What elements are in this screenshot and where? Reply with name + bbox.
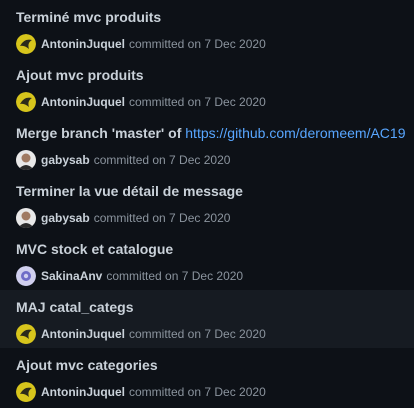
commit-title-text[interactable]: Terminer la vue détail de message: [16, 183, 243, 199]
yellow-logo-avatar[interactable]: [16, 324, 36, 344]
commit-date: committed on 7 Dec 2020: [93, 153, 231, 167]
commit-meta: AntoninJuquel committed on 7 Dec 2020: [16, 92, 266, 112]
commit-title-text[interactable]: MAJ catal_categs: [16, 299, 134, 315]
author-link[interactable]: AntoninJuquel: [41, 95, 125, 109]
commit-list: Terminé mvc produits AntoninJuquel commi…: [0, 0, 414, 408]
commit-row[interactable]: Ajout mvc categories AntoninJuquel commi…: [0, 348, 414, 408]
commit-meta: gabysab committed on 7 Dec 2020: [16, 150, 230, 170]
yellow-logo-avatar[interactable]: [16, 34, 36, 54]
commit-date: committed on 7 Dec 2020: [129, 327, 266, 341]
commit-date: committed on 7 Dec 2020: [129, 95, 266, 109]
person-avatar[interactable]: [16, 150, 36, 170]
author-link[interactable]: gabysab: [41, 153, 90, 167]
commit-title-text[interactable]: Terminé mvc produits: [16, 9, 161, 25]
author-link[interactable]: AntoninJuquel: [41, 327, 125, 341]
commit-row[interactable]: Terminer la vue détail de message gabysa…: [0, 174, 414, 233]
yellow-logo-avatar[interactable]: [16, 382, 36, 402]
commit-title[interactable]: Ajout mvc categories: [16, 357, 158, 373]
commit-row[interactable]: MAJ catal_categs AntoninJuquel committed…: [0, 290, 414, 349]
commit-row[interactable]: Terminé mvc produits AntoninJuquel commi…: [0, 0, 414, 59]
commit-meta: gabysab committed on 7 Dec 2020: [16, 208, 230, 228]
commit-meta: AntoninJuquel committed on 7 Dec 2020: [16, 324, 266, 344]
author-link[interactable]: gabysab: [41, 211, 90, 225]
commit-row[interactable]: MVC stock et catalogue SakinaAnv committ…: [0, 232, 414, 291]
commit-meta: AntoninJuquel committed on 7 Dec 2020: [16, 34, 266, 54]
yellow-logo-avatar[interactable]: [16, 92, 36, 112]
commit-title[interactable]: Ajout mvc produits: [16, 67, 144, 83]
commit-date: committed on 7 Dec 2020: [129, 37, 266, 51]
commit-title-text[interactable]: Ajout mvc produits: [16, 67, 144, 83]
commit-date: committed on 7 Dec 2020: [93, 211, 231, 225]
commit-meta: AntoninJuquel committed on 7 Dec 2020: [16, 382, 266, 402]
commit-row[interactable]: Ajout mvc produits AntoninJuquel committ…: [0, 58, 414, 117]
commit-title-text[interactable]: Ajout mvc categories: [16, 357, 158, 373]
author-link[interactable]: SakinaAnv: [41, 269, 102, 283]
author-link[interactable]: AntoninJuquel: [41, 385, 125, 399]
commit-date: committed on 7 Dec 2020: [129, 385, 266, 399]
commit-title-text[interactable]: Merge branch 'master' of: [16, 125, 181, 141]
commit-date: committed on 7 Dec 2020: [106, 269, 244, 283]
author-link[interactable]: AntoninJuquel: [41, 37, 125, 51]
commit-title[interactable]: Merge branch 'master' of https://github.…: [16, 125, 406, 141]
commit-title[interactable]: Terminé mvc produits: [16, 9, 161, 25]
commit-title-text[interactable]: MVC stock et catalogue: [16, 241, 173, 257]
commit-row[interactable]: Merge branch 'master' of https://github.…: [0, 116, 414, 175]
commit-title[interactable]: MAJ catal_categs: [16, 299, 134, 315]
commit-title-link[interactable]: https://github.com/deromeem/AC19: [185, 125, 405, 141]
commit-meta: SakinaAnv committed on 7 Dec 2020: [16, 266, 243, 286]
commit-title[interactable]: Terminer la vue détail de message: [16, 183, 243, 199]
identicon-avatar[interactable]: [16, 266, 36, 286]
commit-title[interactable]: MVC stock et catalogue: [16, 241, 173, 257]
person-avatar[interactable]: [16, 208, 36, 228]
